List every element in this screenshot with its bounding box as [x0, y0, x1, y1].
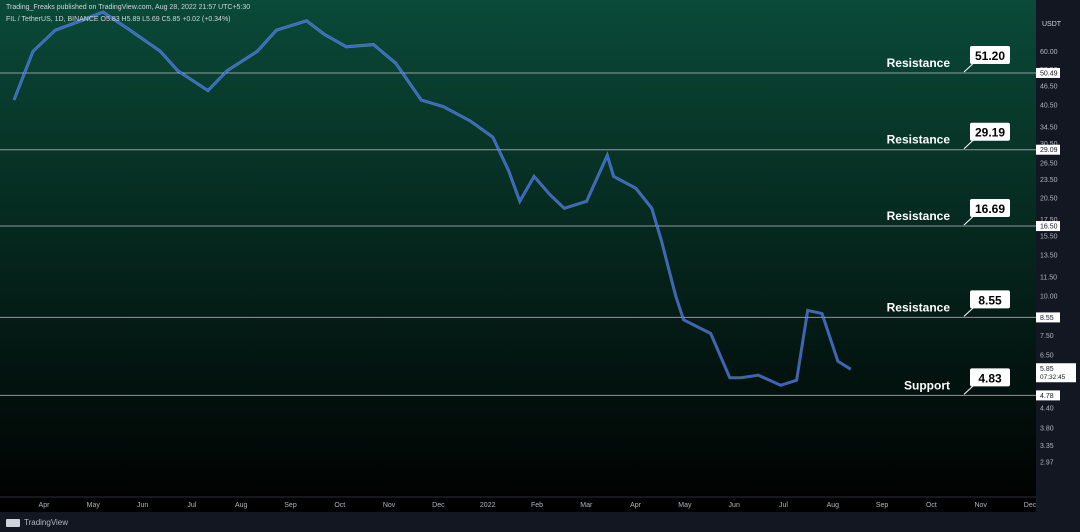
y-axis-unit: USDT — [1042, 21, 1062, 28]
axis-tag-value: 4.78 — [1040, 393, 1054, 400]
x-tick-label: Nov — [974, 502, 987, 509]
level-value: 8.55 — [978, 293, 1002, 307]
x-tick-label: Dec — [1024, 502, 1037, 509]
y-tick-label: 23.50 — [1040, 177, 1058, 184]
level-value: 29.19 — [975, 126, 1005, 140]
chart-stage: USDT60.0052.5046.5040.5034.5030.5026.502… — [0, 0, 1080, 532]
y-tick-label: 7.50 — [1040, 333, 1054, 340]
y-tick-label: 6.50 — [1040, 352, 1054, 359]
x-tick-label: Jun — [729, 502, 740, 509]
price-chart[interactable]: USDT60.0052.5046.5040.5034.5030.5026.502… — [0, 0, 1080, 532]
x-tick-label: Jul — [779, 502, 788, 509]
y-tick-label: 2.97 — [1040, 459, 1054, 466]
y-tick-label: 3.35 — [1040, 443, 1054, 450]
x-tick-label: 2022 — [480, 502, 496, 509]
x-tick-label: May — [678, 502, 692, 509]
x-tick-label: Apr — [39, 502, 51, 509]
x-tick-label: Oct — [926, 502, 937, 509]
level-label: Resistance — [887, 300, 951, 314]
level-value: 51.20 — [975, 49, 1005, 63]
x-tick-label: Jun — [137, 502, 148, 509]
axis-tag-value: 29.09 — [1040, 147, 1058, 154]
x-tick-label: Nov — [383, 502, 396, 509]
x-tick-label: Mar — [580, 502, 593, 509]
x-tick-label: Aug — [827, 502, 840, 509]
level-label: Resistance — [887, 133, 951, 147]
candle-countdown: 07:32:45 — [1040, 374, 1066, 381]
footer: TradingView — [6, 518, 68, 527]
symbol-info: FIL / TetherUS, 1D, BINANCE O5.83 H5.89 … — [6, 16, 231, 23]
brand-name: TradingView — [24, 518, 69, 527]
x-tick-label: Oct — [334, 502, 345, 509]
x-tick-label: Aug — [235, 502, 248, 509]
y-tick-label: 10.00 — [1040, 294, 1058, 301]
level-value: 4.83 — [978, 371, 1002, 385]
axis-tag-value: 16.50 — [1040, 224, 1058, 231]
x-tick-label: May — [87, 502, 101, 509]
y-tick-label: 34.50 — [1040, 124, 1058, 131]
x-tick-label: Sep — [284, 502, 297, 509]
axis-tag-value: 8.55 — [1040, 315, 1054, 322]
y-tick-label: 20.50 — [1040, 195, 1058, 202]
y-tick-label: 26.50 — [1040, 160, 1058, 167]
x-tick-label: Feb — [531, 502, 543, 509]
chart-header: Trading_Freaks published on TradingView.… — [6, 4, 250, 23]
x-tick-label: Dec — [432, 502, 445, 509]
current-price-value: 5.85 — [1040, 366, 1054, 373]
y-tick-label: 15.50 — [1040, 234, 1058, 241]
y-tick-label: 4.40 — [1040, 406, 1054, 413]
tradingview-logo-icon — [6, 518, 20, 527]
x-tick-label: Apr — [630, 502, 642, 509]
axis-tag-value: 50.49 — [1040, 70, 1058, 77]
y-tick-label: 3.80 — [1040, 426, 1054, 433]
x-tick-label: Sep — [876, 502, 889, 509]
x-tick-label: Jul — [187, 502, 196, 509]
y-tick-label: 13.50 — [1040, 253, 1058, 260]
level-label: Resistance — [887, 56, 951, 70]
y-tick-label: 11.50 — [1040, 274, 1057, 281]
publish-note: Trading_Freaks published on TradingView.… — [6, 4, 251, 11]
footer-background — [0, 512, 1080, 532]
level-label: Support — [904, 378, 950, 392]
level-label: Resistance — [887, 209, 951, 223]
y-tick-label: 46.50 — [1040, 84, 1058, 91]
plot-background — [0, 0, 1036, 512]
y-tick-label: 40.50 — [1040, 102, 1058, 109]
level-value: 16.69 — [975, 202, 1005, 216]
y-tick-label: 60.00 — [1040, 49, 1058, 56]
